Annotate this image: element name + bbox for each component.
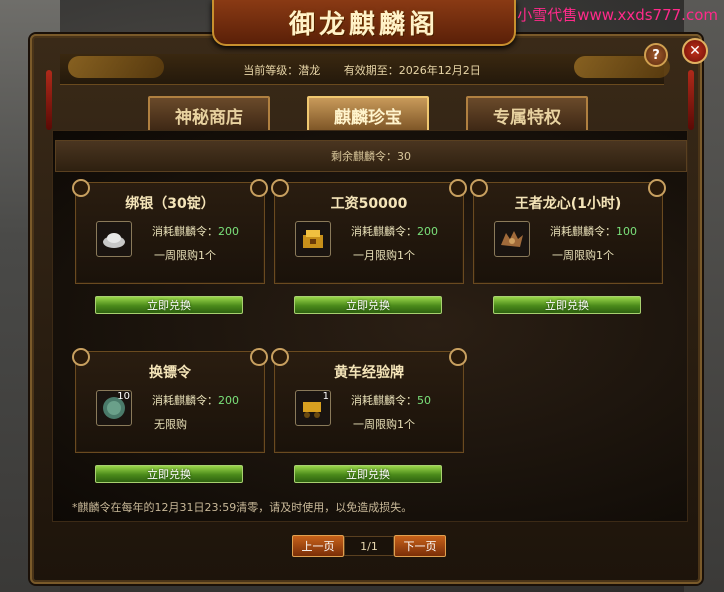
item-name: 换镖令 bbox=[149, 365, 191, 381]
item-limit: 一周限购1个 bbox=[154, 249, 216, 262]
tab-exclusive-privilege[interactable]: 专属特权 bbox=[466, 96, 588, 134]
salary-box-icon bbox=[295, 221, 331, 257]
tab-qilin-treasure[interactable]: 麒麟珍宝 bbox=[307, 96, 429, 134]
item-cost: 消耗麒麟令：200 bbox=[152, 394, 239, 407]
help-button[interactable]: ? bbox=[644, 43, 668, 67]
gold-cart-icon: 1 bbox=[295, 390, 331, 426]
item-limit: 一周限购1个 bbox=[552, 249, 614, 262]
item-cost: 消耗麒麟令：50 bbox=[351, 394, 431, 407]
item-card: 工资50000 消耗麒麟令：200 一月限购1个 bbox=[271, 179, 467, 284]
item-cost: 消耗麒麟令：100 bbox=[550, 225, 637, 238]
close-button[interactable]: ✕ bbox=[682, 38, 708, 64]
exchange-button[interactable]: 立即兑换 bbox=[95, 296, 243, 314]
page-indicator: 1/1 bbox=[344, 536, 394, 556]
item-card: 换镖令 10 消耗麒麟令：200 无限购 bbox=[72, 348, 268, 453]
window-title: 御龙麒麟阁 bbox=[288, 9, 439, 40]
exchange-button[interactable]: 立即兑换 bbox=[95, 465, 243, 483]
tab-mystery-shop[interactable]: 神秘商店 bbox=[148, 96, 270, 134]
window-title-banner: 御龙麒麟阁 bbox=[212, 0, 516, 46]
remaining-tokens: 剩余麒麟令：30 bbox=[55, 140, 687, 172]
reset-notice: *麒麟令在每年的12月31日23:59清零，请及时使用，以免造成损失。 bbox=[72, 501, 413, 514]
exchange-button[interactable]: 立即兑换 bbox=[294, 465, 442, 483]
item-limit: 一月限购1个 bbox=[353, 249, 415, 262]
item-cost: 消耗麒麟令：200 bbox=[152, 225, 239, 238]
watermark-text: 小雪代售www.xxds777.com bbox=[517, 6, 718, 24]
prev-page-button[interactable]: 上一页 bbox=[292, 535, 344, 557]
current-level: 当前等级：潜龙 bbox=[243, 64, 321, 77]
silver-ingot-icon bbox=[96, 221, 132, 257]
item-quantity: 10 bbox=[117, 391, 130, 402]
item-name: 王者龙心(1小时) bbox=[514, 196, 622, 212]
next-page-button[interactable]: 下一页 bbox=[394, 535, 446, 557]
item-name: 绑银（30锭） bbox=[125, 196, 215, 212]
item-card: 黄车经验牌 1 消耗麒麟令：50 一周限购1个 bbox=[271, 348, 467, 453]
exchange-button[interactable]: 立即兑换 bbox=[493, 296, 641, 314]
item-card: 王者龙心(1小时) 消耗麒麟令：100 一周限购1个 bbox=[470, 179, 666, 284]
tab-bar: 神秘商店 麒麟珍宝 专属特权 bbox=[0, 96, 724, 134]
item-name: 黄车经验牌 bbox=[334, 365, 404, 381]
item-cost: 消耗麒麟令：200 bbox=[351, 225, 438, 238]
item-limit: 一周限购1个 bbox=[353, 418, 415, 431]
item-card: 绑银（30锭） 消耗麒麟令：200 一周限购1个 bbox=[72, 179, 268, 284]
dragon-heart-icon bbox=[494, 221, 530, 257]
header-info: 当前等级：潜龙 有效期至：2026年12月2日 bbox=[0, 62, 724, 78]
exchange-button[interactable]: 立即兑换 bbox=[294, 296, 442, 314]
item-name: 工资50000 bbox=[330, 196, 408, 212]
escort-token-icon: 10 bbox=[96, 390, 132, 426]
item-quantity: 1 bbox=[322, 391, 329, 402]
expiry-date: 有效期至：2026年12月2日 bbox=[343, 64, 481, 77]
item-limit: 无限购 bbox=[154, 418, 187, 431]
